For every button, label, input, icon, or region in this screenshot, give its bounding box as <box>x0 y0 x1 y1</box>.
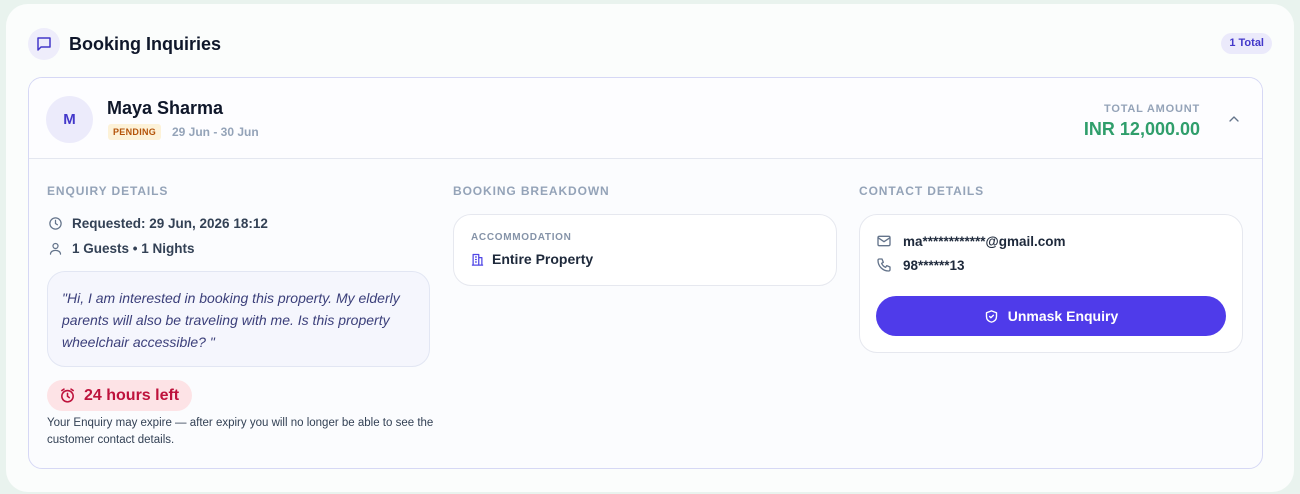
page-title: Booking Inquiries <box>69 34 222 54</box>
accommodation-label: ACCOMMODATION <box>471 232 572 243</box>
time-left-badge: 24 hours left <box>47 380 193 411</box>
total-count-badge: 1 Total <box>1221 33 1272 54</box>
phone-row: 98******13 <box>876 257 965 273</box>
booking-breakdown-heading: BOOKING BREAKDOWN <box>453 184 610 198</box>
guests-nights-text: 1 Guests • 1 Nights <box>72 240 195 256</box>
building-icon <box>471 253 484 266</box>
masked-phone: 98******13 <box>903 257 965 273</box>
clock-icon <box>47 215 63 231</box>
accommodation-value: Entire Property <box>492 251 594 267</box>
requested-text: Requested: 29 Jun, 2026 18:12 <box>72 215 268 231</box>
contact-details-box: ma************@gmail.com 98******13 Unma… <box>859 214 1243 353</box>
requested-row: Requested: 29 Jun, 2026 18:12 <box>47 213 268 233</box>
shield-check-icon <box>985 309 997 323</box>
status-badge: PENDING <box>108 124 162 140</box>
accommodation-value-row: Entire Property <box>470 251 593 267</box>
alarm-clock-icon <box>61 388 74 403</box>
total-amount-value: INR 12,000.00 <box>1083 119 1200 139</box>
collapse-button[interactable] <box>1224 109 1244 129</box>
contact-details-heading: CONTACT DETAILS <box>859 184 985 198</box>
masked-email: ma************@gmail.com <box>903 233 1066 249</box>
chat-bubble-icon <box>28 28 60 60</box>
user-icon <box>47 240 63 256</box>
panel-header: Booking Inquiries 1 Total <box>28 28 1272 68</box>
total-amount-label: TOTAL AMOUNT <box>1104 103 1200 115</box>
accommodation-box: ACCOMMODATION Entire Property <box>453 214 837 286</box>
guests-nights-row: 1 Guests • 1 Nights <box>47 238 195 258</box>
avatar: M <box>46 96 93 143</box>
guest-message: "Hi, I am interested in booking this pro… <box>47 271 430 367</box>
time-left-text: 24 hours left <box>84 386 180 404</box>
inquiry-card-header[interactable]: M Maya Sharma PENDING 29 Jun - 30 Jun TO… <box>29 78 1262 159</box>
inquiry-card: M Maya Sharma PENDING 29 Jun - 30 Jun TO… <box>28 77 1263 469</box>
guest-name: Maya Sharma <box>107 98 224 118</box>
date-range: 29 Jun - 30 Jun <box>172 125 259 139</box>
phone-icon <box>877 258 891 272</box>
enquiry-details-heading: ENQUIRY DETAILS <box>47 184 169 198</box>
unmask-enquiry-label: Unmask Enquiry <box>1007 308 1119 324</box>
chevron-up-icon <box>1229 116 1239 122</box>
mail-icon <box>877 235 891 247</box>
email-row: ma************@gmail.com <box>876 233 1066 249</box>
expiry-note: Your Enquiry may expire — after expiry y… <box>47 417 434 446</box>
unmask-enquiry-button[interactable]: Unmask Enquiry <box>876 296 1226 336</box>
booking-inquiries-panel: Booking Inquiries 1 Total M Maya Sharma … <box>6 4 1294 492</box>
